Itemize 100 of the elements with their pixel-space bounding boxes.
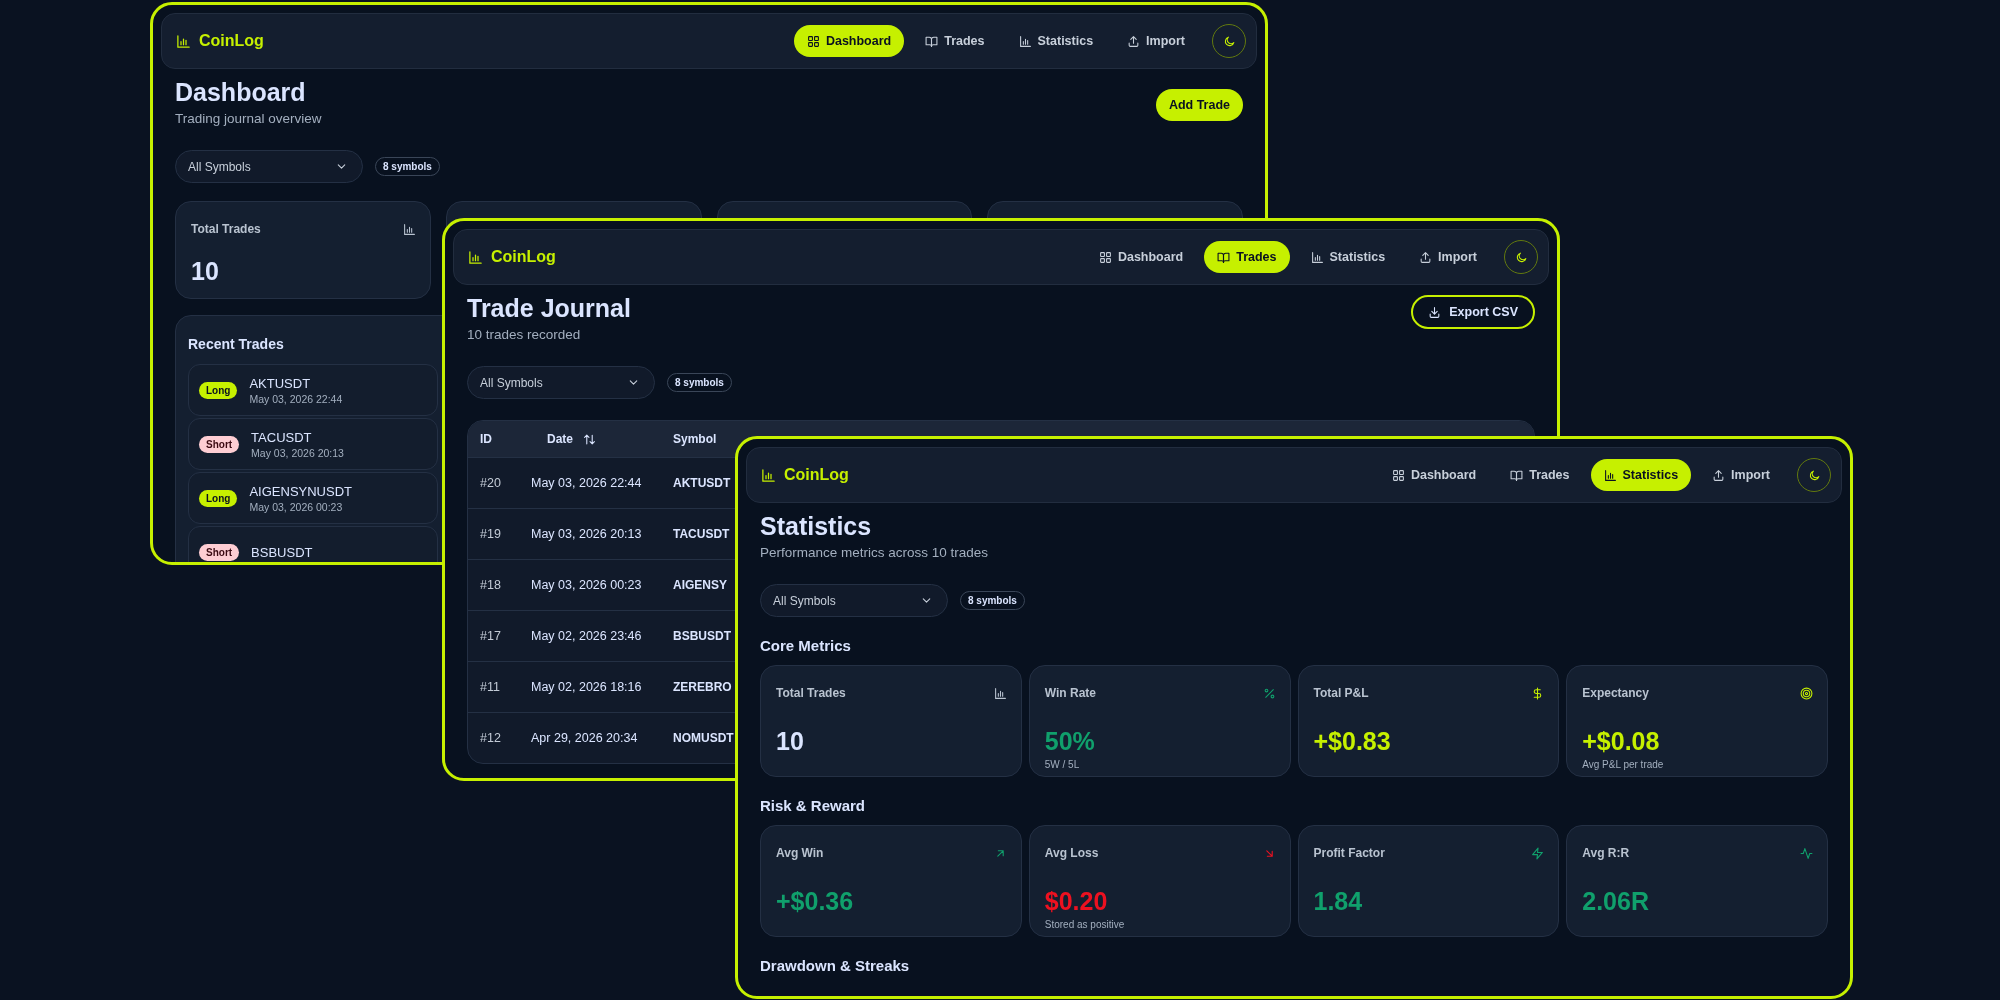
app-logo-text[interactable]: CoinLog [199,32,264,50]
upload-icon [1712,468,1726,482]
page-title: Trade Journal [467,293,631,323]
table-cell: TACUSDT [673,527,730,541]
moon-icon [1222,34,1236,48]
download-icon [1428,305,1442,319]
nav-tab[interactable]: Trades [1497,459,1583,491]
bar-chart-icon [402,222,416,236]
bar-chart-icon [468,249,483,265]
table-cell-text: #18 [480,578,502,592]
pulse-icon [1800,846,1813,860]
stat-label: Total Trades [191,222,261,236]
table-cell: BSBUSDT [673,629,731,643]
page-title: Statistics [760,511,873,541]
nav-tab[interactable]: Trades [912,25,998,57]
bar-chart-icon [176,33,191,49]
table-cell: AKTUSDT [673,476,731,490]
nav-tab[interactable]: Dashboard [793,25,905,57]
target-icon [1800,686,1813,700]
table-cell-text: May 03, 2026 00:23 [531,578,643,592]
stat-value: 10 [191,256,220,286]
lightning-icon [1531,846,1545,860]
nav-tab[interactable]: Statistics [1005,25,1107,57]
trade-symbol: AIGENSYNUSDT [249,483,352,499]
stat-label: Avg R:R [1582,846,1630,860]
table-cell-text: #11 [480,680,501,694]
upload-icon [1419,250,1433,264]
percent-icon [1262,686,1276,700]
table-cell-text: #20 [480,476,502,490]
table-cell: NOMUSDT [673,731,734,745]
stat-note: Stored as positive [1044,919,1126,930]
column-header[interactable]: Date [547,432,573,446]
grid-icon [1098,250,1112,264]
stat-value: 50% [1044,726,1096,756]
nav-tab[interactable]: Dashboard [1378,459,1490,491]
nav-tab[interactable]: Statistics [1297,241,1399,273]
upload-icon [1127,34,1141,48]
nav-tab[interactable]: Import [1114,25,1198,57]
column-header: Symbol [673,432,717,446]
table-cell-text: May 02, 2026 18:16 [531,680,643,694]
trade-row[interactable]: Long AKTUSDT May 03, 2026 22:44 [188,364,438,416]
bar-chart-icon [1603,468,1617,482]
nav-tab[interactable]: Import [1406,241,1490,273]
stat-label: Avg Win [776,846,824,860]
table-cell-text: #19 [480,527,502,541]
bar-chart-icon [993,686,1007,700]
side-badge: Long [199,489,238,507]
column-header: ID [480,432,493,446]
stat-value: +$0.83 [1313,726,1392,756]
trade-symbol: BSBUSDT [251,544,313,560]
table-cell-text: May 03, 2026 22:44 [531,476,643,490]
stat-label: Win Rate [1044,686,1096,700]
table-cell: AIGENSY [673,578,727,592]
side-badge: Short [199,435,240,453]
table-cell-text: #12 [480,731,502,745]
page-title: Dashboard [175,77,307,107]
stat-value: 1.84 [1313,886,1364,916]
moon-icon [1514,250,1528,264]
table-cell-text: Apr 29, 2026 20:34 [531,731,639,745]
trade-symbol: TACUSDT [251,429,313,445]
stat-value: $0.20 [1044,886,1109,916]
trade-symbol: AKTUSDT [249,375,312,391]
page-subtitle: Trading journal overview [175,111,322,126]
stat-label: Avg Loss [1044,846,1099,860]
nav-tab[interactable]: Import [1699,459,1783,491]
nav-tab[interactable]: Dashboard [1085,241,1197,273]
stat-value: +$0.36 [776,886,855,916]
book-icon [925,34,939,48]
stat-label: Total Trades [776,686,846,700]
trade-row[interactable]: Short TACUSDT May 03, 2026 20:13 [188,418,438,470]
add-trade-button[interactable]: Add Trade [1155,89,1243,121]
stat-note: 5W / 5L [1044,759,1081,770]
page-subtitle: Performance metrics across 10 trades [760,545,989,560]
book-icon [1217,250,1231,264]
trade-date: May 03, 2026 00:23 [249,500,344,513]
stat-label: Total P&L [1313,686,1369,700]
trade-row[interactable]: Short BSBUSDT [188,526,438,562]
nav-tab[interactable]: Trades [1204,241,1290,273]
stat-note: Avg P&L per trade [1582,759,1665,770]
app-logo-text[interactable]: CoinLog [784,466,849,484]
section-title: Drawdown & Streaks [760,957,911,974]
sort-icon [583,432,596,446]
moon-icon [1807,468,1821,482]
stat-label: Expectancy [1582,686,1649,700]
trade-date: May 03, 2026 20:13 [251,446,344,459]
table-cell-text: May 02, 2026 23:46 [531,629,643,643]
export-button[interactable]: Export CSV [1411,295,1535,329]
table-cell-text: #17 [480,629,502,643]
nav-tab[interactable]: Statistics [1590,459,1692,491]
bar-chart-icon [1310,250,1324,264]
book-icon [1510,468,1524,482]
symbol-select[interactable]: All Symbols [760,584,948,617]
bar-chart-icon [761,467,776,483]
app-logo-text[interactable]: CoinLog [491,248,556,266]
card-title: Recent Trades [188,336,285,352]
trade-row[interactable]: Long AIGENSYNUSDT May 03, 2026 00:23 [188,472,438,524]
bar-chart-icon [1018,34,1032,48]
symbol-select[interactable]: All Symbols [467,366,655,399]
symbol-select[interactable]: All Symbols [175,150,363,183]
stat-value: 2.06R [1582,886,1650,916]
